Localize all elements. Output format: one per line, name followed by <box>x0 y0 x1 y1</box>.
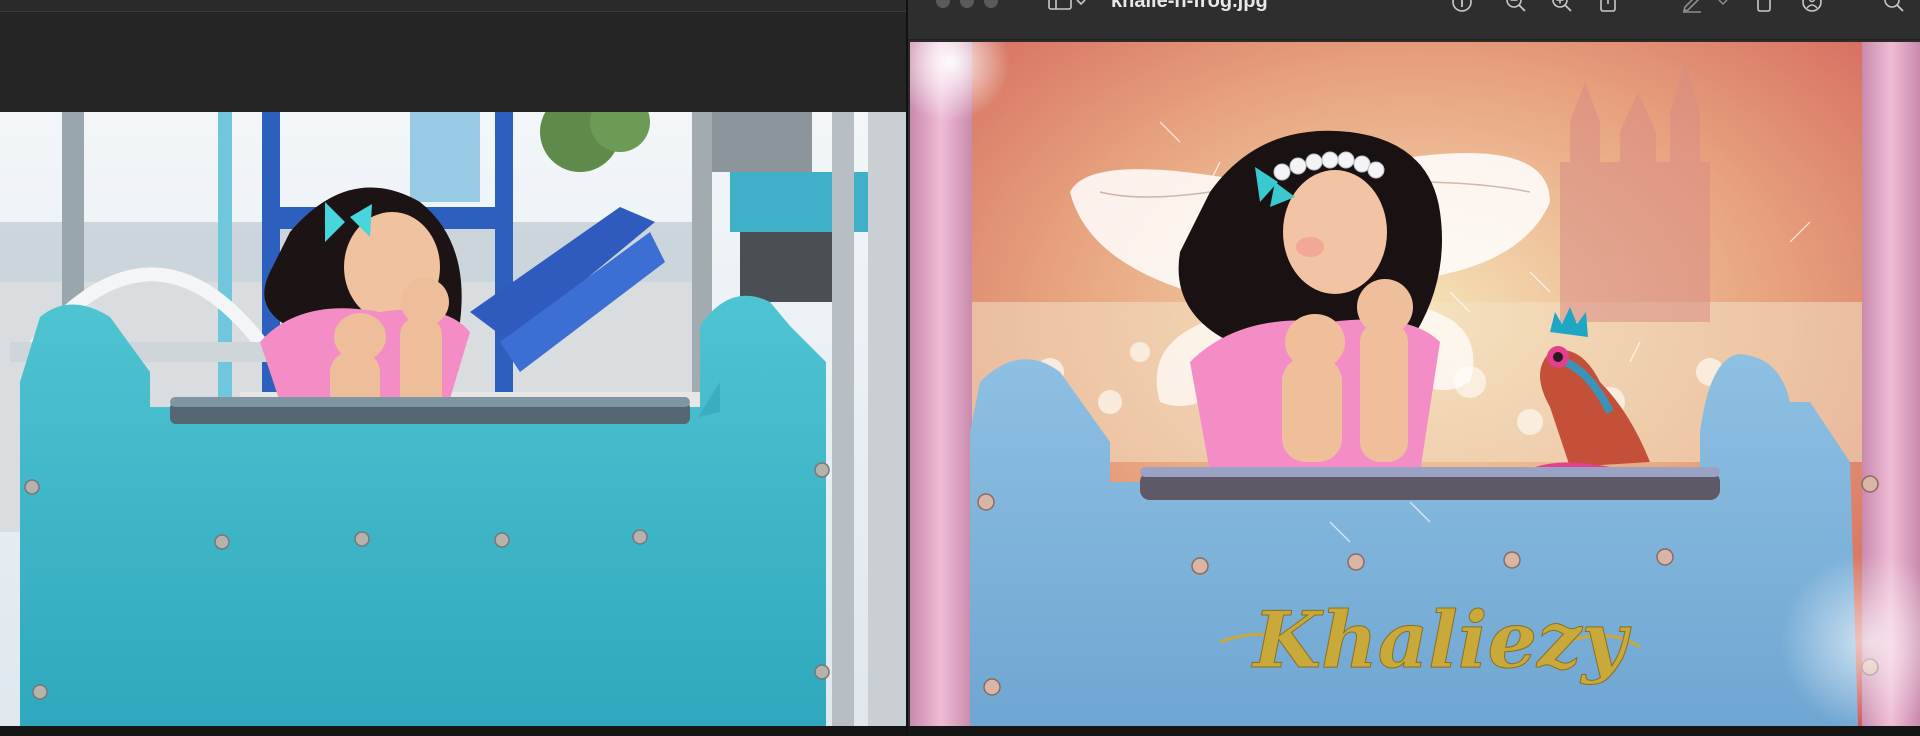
minimize-window-button[interactable] <box>960 0 974 8</box>
zoom-in-icon[interactable] <box>1550 0 1574 12</box>
left-window-toolbar <box>0 12 906 112</box>
chevron-down-icon[interactable] <box>1716 0 1730 12</box>
zoom-out-icon[interactable] <box>1504 0 1528 12</box>
original-photo-scene <box>0 112 906 726</box>
share-icon[interactable] <box>1596 0 1620 12</box>
original-photo-window <box>0 0 906 736</box>
castle-illustration <box>1560 62 1710 322</box>
markup-icon[interactable] <box>1680 0 1704 13</box>
search-icon[interactable] <box>1882 0 1906 12</box>
close-window-button[interactable] <box>936 0 950 8</box>
desktop: khalie-n-frog.jpg Khaliezy <box>0 0 1920 736</box>
info-icon[interactable] <box>1450 0 1474 12</box>
sidebar-icon[interactable] <box>1046 0 1090 12</box>
preview-window-bottom-edge <box>908 726 1920 736</box>
rotate-icon[interactable] <box>1752 0 1776 12</box>
accessibility-icon[interactable] <box>1800 0 1824 12</box>
edited-photo-scene: Khaliezy <box>910 42 1920 726</box>
preview-titlebar[interactable]: khalie-n-frog.jpg <box>908 0 1920 40</box>
preview-window: khalie-n-frog.jpg Khaliezy <box>906 0 1920 736</box>
document-title: khalie-n-frog.jpg <box>1111 0 1268 12</box>
left-window-bottom-edge <box>0 726 906 736</box>
zoom-window-button[interactable] <box>984 0 998 8</box>
name-title: Khaliezy <box>1251 595 1631 686</box>
original-photo <box>0 112 906 726</box>
edited-photo: Khaliezy <box>910 42 1920 726</box>
left-window-titlebar[interactable] <box>0 0 906 12</box>
